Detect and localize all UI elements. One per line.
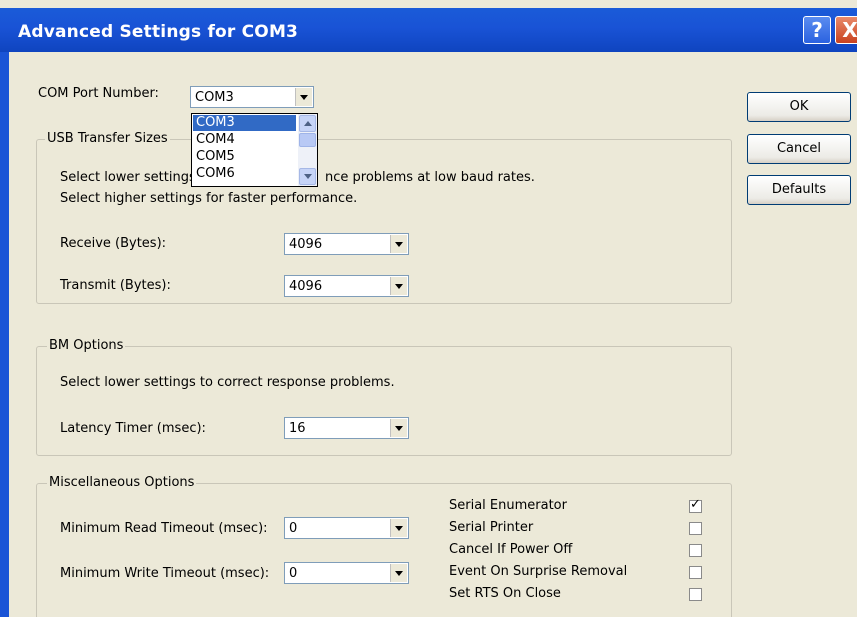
- serial-enumerator-checkbox[interactable]: ✓: [689, 497, 702, 513]
- dialog-body: COM Port Number: COM3 USB Transfer Sizes…: [9, 52, 857, 617]
- defaults-button[interactable]: Defaults: [747, 175, 851, 205]
- receive-select[interactable]: 4096: [284, 233, 409, 255]
- min-read-value: 0: [289, 521, 298, 536]
- chevron-down-icon[interactable]: [390, 419, 407, 437]
- com-port-dropdown-list[interactable]: COM3 COM4 COM5 COM6: [191, 113, 318, 187]
- min-read-label: Minimum Read Timeout (msec):: [60, 521, 268, 536]
- window-title: Advanced Settings for COM3: [18, 22, 299, 42]
- serial-printer-checkbox[interactable]: [689, 522, 702, 535]
- checkbox-label-cancel-if-power-off: Cancel If Power Off: [449, 542, 573, 557]
- dropdown-option-com4[interactable]: COM4: [193, 132, 296, 148]
- advanced-settings-dialog: Advanced Settings for COM3 ? X COM Port …: [0, 0, 857, 617]
- min-write-select[interactable]: 0: [284, 562, 409, 584]
- chevron-down-icon[interactable]: [390, 277, 407, 295]
- dropdown-option-com3[interactable]: COM3: [193, 115, 296, 131]
- ok-button[interactable]: OK: [747, 92, 851, 122]
- latency-label: Latency Timer (msec):: [60, 421, 206, 436]
- latency-select[interactable]: 16: [284, 417, 409, 439]
- usb-desc-line2: Select higher settings for faster perfor…: [60, 191, 358, 206]
- min-write-label: Minimum Write Timeout (msec):: [60, 566, 270, 581]
- checkbox-label-set-rts-on-close: Set RTS On Close: [449, 586, 561, 601]
- min-read-select[interactable]: 0: [284, 517, 409, 539]
- chevron-down-icon[interactable]: [390, 235, 407, 253]
- receive-label: Receive (Bytes):: [60, 236, 167, 251]
- set-rts-on-close-checkbox[interactable]: [689, 588, 702, 601]
- checkbox-label-event-on-surprise-removal: Event On Surprise Removal: [449, 564, 628, 579]
- scroll-thumb[interactable]: [299, 133, 316, 147]
- cancel-if-power-off-checkbox[interactable]: [689, 544, 702, 557]
- dropdown-scrollbar[interactable]: [298, 114, 317, 186]
- dropdown-option-com5[interactable]: COM5: [193, 149, 296, 165]
- chevron-down-icon[interactable]: [390, 564, 407, 582]
- misc-options-group: [36, 483, 732, 617]
- misc-options-title: Miscellaneous Options: [47, 475, 197, 490]
- event-on-surprise-removal-checkbox[interactable]: [689, 566, 702, 579]
- bm-options-title: BM Options: [47, 338, 126, 353]
- close-icon[interactable]: X: [835, 16, 857, 44]
- bm-desc: Select lower settings to correct respons…: [60, 375, 395, 390]
- com-port-select[interactable]: COM3: [190, 86, 314, 108]
- checkbox-label-serial-printer: Serial Printer: [449, 520, 534, 535]
- chevron-down-icon[interactable]: [390, 519, 407, 537]
- transmit-value: 4096: [289, 279, 323, 294]
- help-icon[interactable]: ?: [803, 16, 831, 44]
- receive-value: 4096: [289, 237, 323, 252]
- usb-desc-line1-right: nce problems at low baud rates.: [325, 170, 535, 185]
- title-bar[interactable]: Advanced Settings for COM3 ? X: [0, 8, 857, 52]
- latency-value: 16: [289, 421, 306, 436]
- com-port-value: COM3: [195, 90, 234, 105]
- bm-options-group: [36, 346, 732, 456]
- usb-transfer-title: USB Transfer Sizes: [45, 131, 170, 146]
- com-port-label: COM Port Number:: [38, 86, 159, 101]
- transmit-label: Transmit (Bytes):: [60, 278, 171, 293]
- scroll-up-icon[interactable]: [299, 115, 316, 132]
- chevron-down-icon[interactable]: [295, 88, 312, 106]
- transmit-select[interactable]: 4096: [284, 275, 409, 297]
- cancel-button[interactable]: Cancel: [747, 134, 851, 164]
- usb-desc-line1-left: Select lower settings: [60, 170, 196, 185]
- checkmark-icon: ✓: [690, 497, 701, 512]
- window-frame: [0, 52, 9, 617]
- checkbox-label-serial-enumerator: Serial Enumerator: [449, 498, 567, 513]
- scroll-down-icon[interactable]: [299, 168, 316, 185]
- dropdown-option-com6[interactable]: COM6: [193, 166, 296, 182]
- min-write-value: 0: [289, 566, 298, 581]
